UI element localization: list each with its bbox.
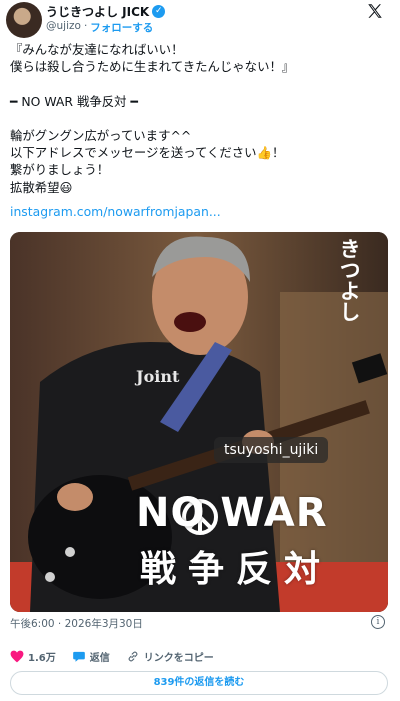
reply-icon [72,651,85,662]
like-button[interactable]: 1.6万 [10,649,56,664]
verified-badge-icon: ✓ [152,4,166,18]
tweet-link[interactable]: instagram.com/nowarfromjapan... [10,204,221,219]
read-replies-button[interactable]: 839件の返信を読む [10,671,388,695]
no-war-jp-text: 戦争反対 [140,549,333,590]
heart-icon [10,650,24,662]
name-row: うじきつよし JICK ✓ [46,3,166,20]
media-user-tag: tsuyoshi_ujiki [214,437,329,463]
handle-row: @ujizo · フォローする [46,20,153,35]
copy-link-button[interactable]: リンクをコピー [126,649,214,664]
reply-button[interactable]: 返信 [72,649,110,664]
separator: · [83,20,88,32]
display-name[interactable]: うじきつよし JICK [46,3,149,20]
x-logo-icon[interactable] [366,2,384,20]
media-side-text: きつよし [337,238,361,322]
no-war-text: NO WAR [136,490,328,536]
avatar[interactable] [6,2,42,38]
tweet-text: 『みんなが友達になればいい！ 僕らは殺し合うために生まれてきたんじゃない！』 ━… [10,42,295,195]
shirt-text: Joint [136,367,180,386]
like-count: 1.6万 [28,652,56,664]
info-icon[interactable]: i [371,615,385,629]
user-handle[interactable]: @ujizo [46,20,81,35]
tweet-header: うじきつよし JICK ✓ @ujizo · フォローする [0,0,400,44]
action-bar: 1.6万 返信 リンクをコピー [10,648,230,664]
tweet-media[interactable]: Joint きつよし tsuyoshi_ujiki NO WAR 戦争反対 [10,232,388,612]
follow-button[interactable]: フォローする [90,20,153,35]
copy-link-label: リンクをコピー [143,652,214,664]
reply-label: 返信 [89,652,110,664]
link-icon [128,650,138,662]
tweet-timestamp[interactable]: 午後6:00 · 2026年3月30日 [10,616,143,631]
